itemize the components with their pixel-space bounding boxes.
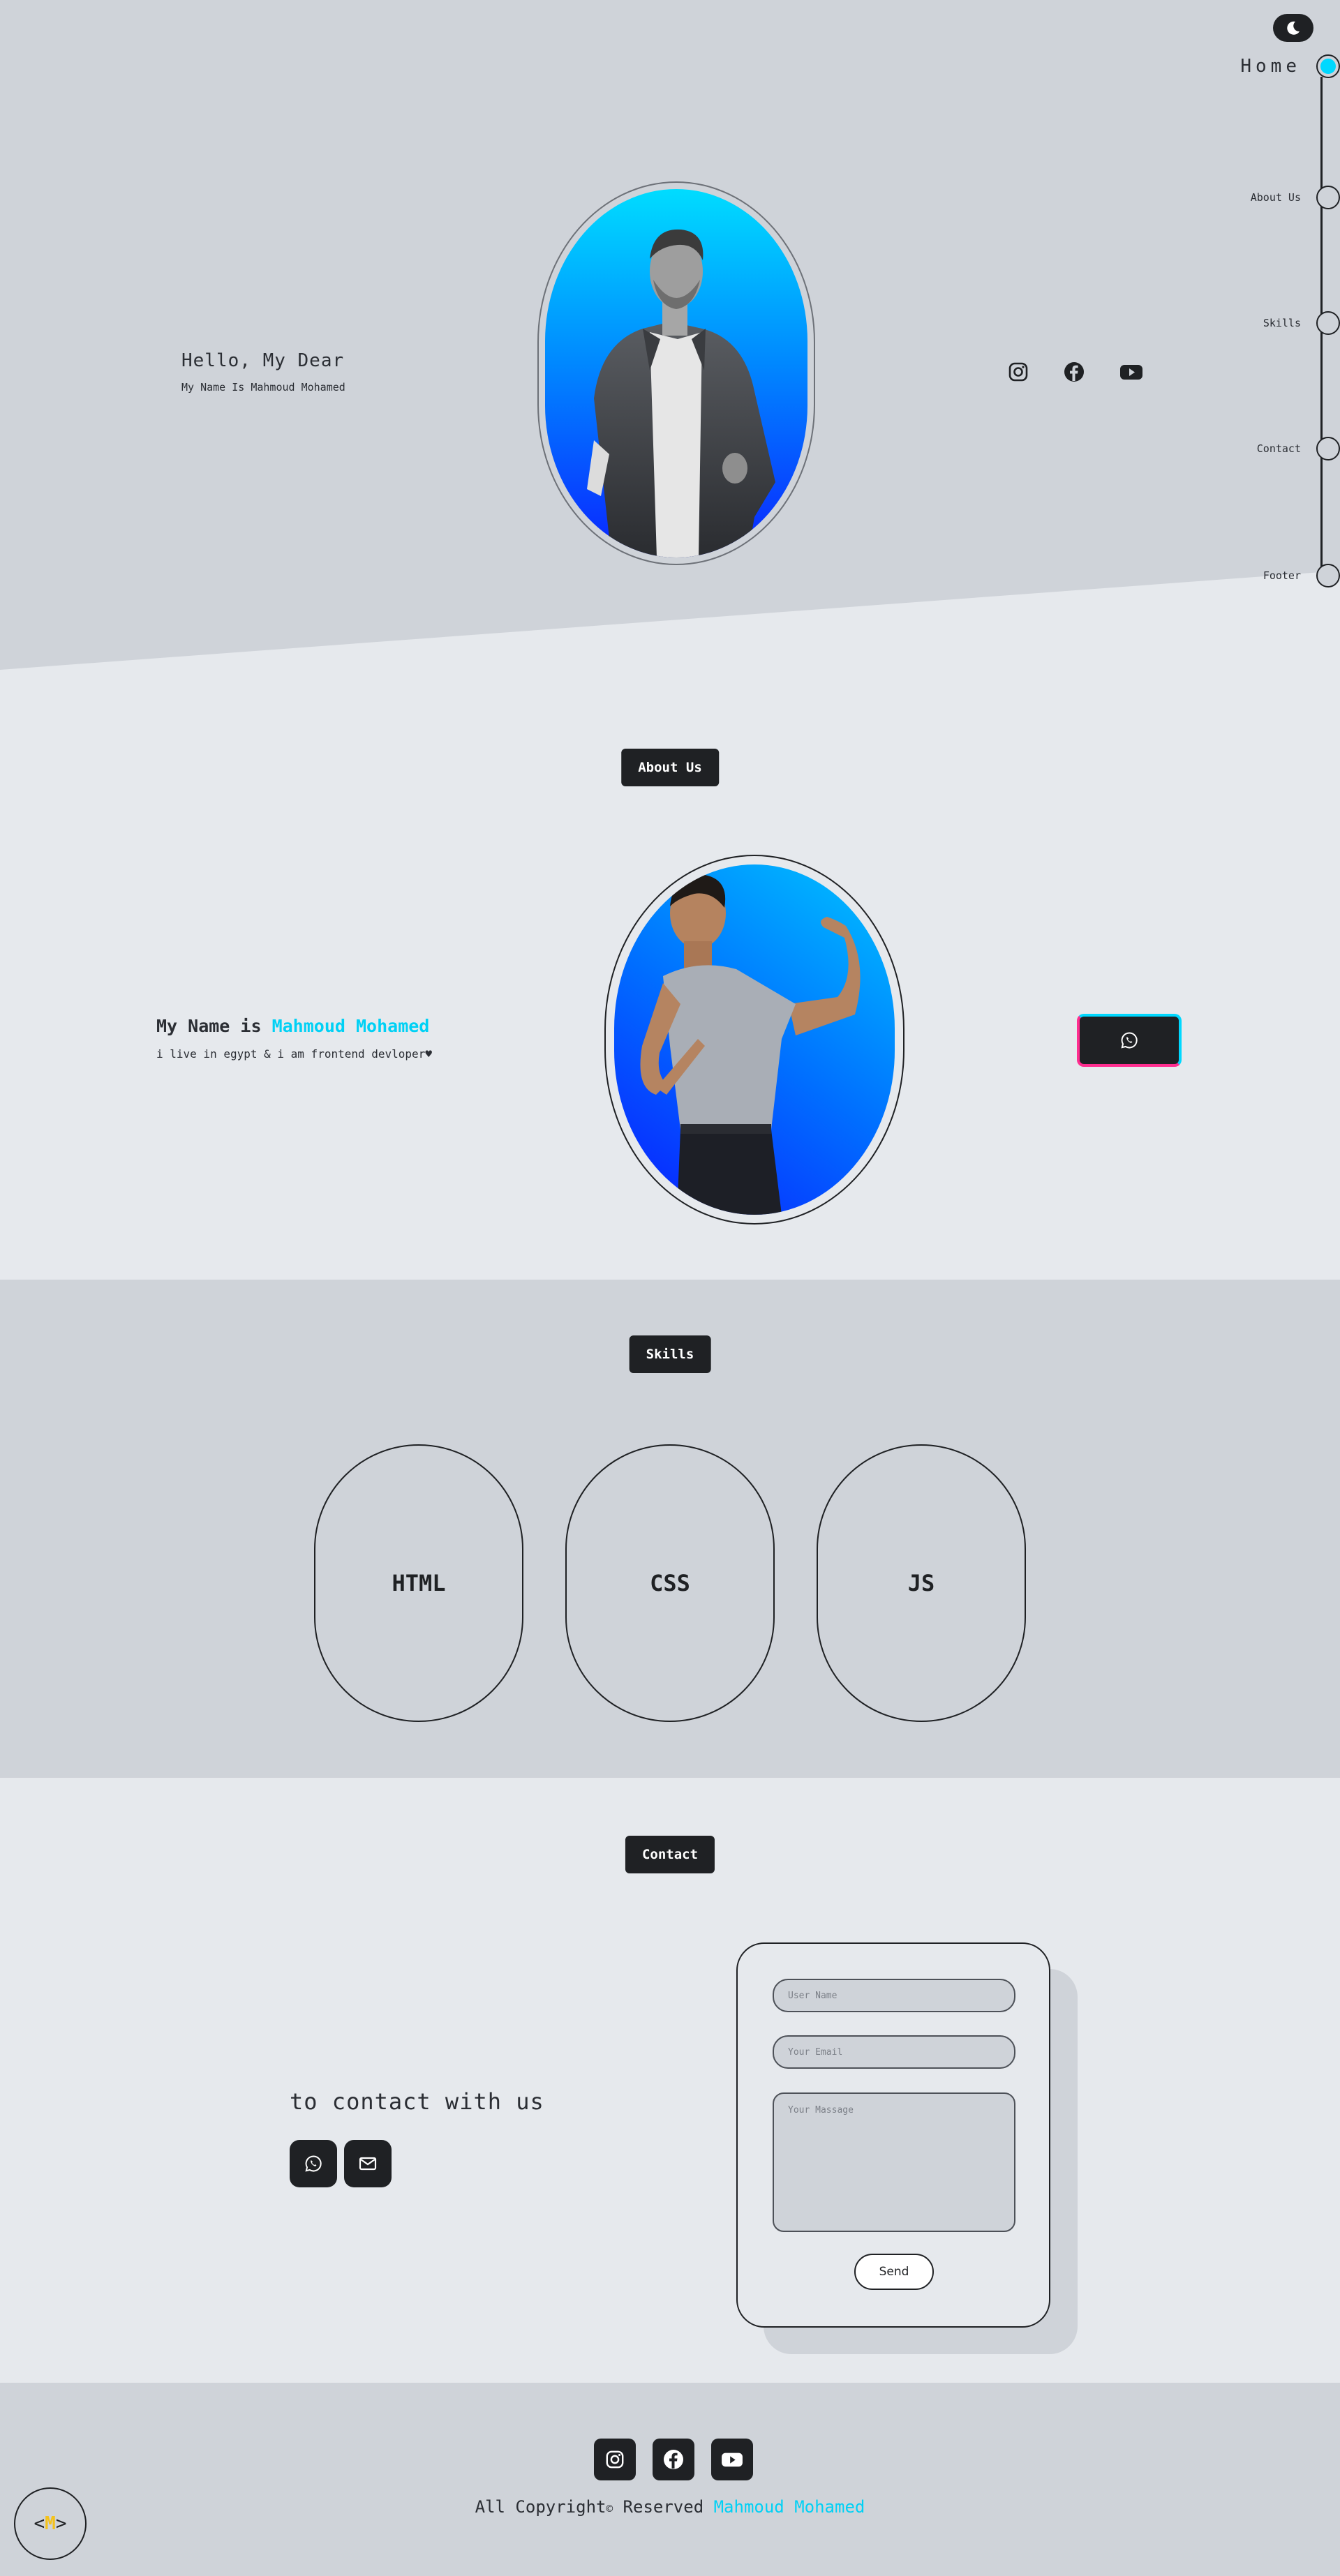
- nav-item-label: About Us: [1250, 191, 1301, 204]
- facebook-icon: [664, 2450, 683, 2469]
- nav-dot: [1316, 186, 1340, 209]
- copyright-prefix: All Copyright: [475, 2497, 606, 2517]
- contact-section-title: Contact: [625, 1836, 715, 1873]
- footer-facebook-button[interactable]: [653, 2439, 694, 2480]
- skill-card-css: CSS: [565, 1444, 775, 1722]
- footer: All Copyright© Reserved Mahmoud Mohamed: [0, 2383, 1340, 2576]
- instagram-icon[interactable]: [1008, 361, 1029, 382]
- hero-subtitle: My Name Is Mahmoud Mohamed: [181, 381, 345, 394]
- nav-dot: [1316, 54, 1340, 78]
- person-flexing-illustration: [640, 874, 861, 1215]
- hero-photo: [545, 189, 807, 557]
- logo-letter: M: [45, 2513, 56, 2534]
- skill-card-html: HTML: [314, 1444, 523, 1722]
- youtube-icon[interactable]: [1119, 361, 1142, 382]
- logo-bracket-left: <: [34, 2513, 45, 2534]
- whatsapp-icon: [1121, 1032, 1138, 1049]
- footer-youtube-button[interactable]: [711, 2439, 753, 2480]
- contact-whatsapp-button[interactable]: [290, 2140, 337, 2187]
- youtube-icon: [722, 2453, 743, 2467]
- facebook-icon[interactable]: [1064, 361, 1085, 382]
- message-input[interactable]: [773, 2092, 1015, 2232]
- copyright-name: Mahmoud Mohamed: [713, 2497, 865, 2517]
- logo-bracket-right: >: [55, 2513, 67, 2534]
- contact-text: to contact with us: [290, 2088, 544, 2187]
- about-heading: My Name is Mahmoud Mohamed: [156, 1016, 432, 1036]
- copyright-middle: Reserved: [613, 2497, 714, 2517]
- nav-item-label: Skills: [1263, 317, 1301, 329]
- nav-item-contact[interactable]: Contact: [1257, 437, 1340, 460]
- about-description: i live in egypt & i am frontend devloper…: [156, 1047, 432, 1061]
- skills-section-title: Skills: [629, 1335, 711, 1373]
- hero-greeting: Hello, My Dear My Name Is Mahmoud Mohame…: [181, 350, 345, 394]
- hero-photo-frame: [537, 181, 815, 565]
- email-input[interactable]: [773, 2035, 1015, 2069]
- footer-social-links: [594, 2439, 753, 2480]
- nav-dot: [1316, 437, 1340, 460]
- nav-item-footer[interactable]: Footer: [1263, 564, 1340, 587]
- about-photo-frame: [604, 855, 904, 1225]
- whatsapp-icon: [305, 2155, 322, 2172]
- nav-item-skills[interactable]: Skills: [1263, 311, 1340, 335]
- contact-email-button[interactable]: [344, 2140, 392, 2187]
- contact-heading: to contact with us: [290, 2088, 544, 2115]
- footer-instagram-button[interactable]: [594, 2439, 636, 2480]
- skill-card-js: JS: [817, 1444, 1026, 1722]
- about-photo: [614, 864, 895, 1215]
- nav-item-home[interactable]: Home: [1240, 54, 1340, 78]
- hero-title: Hello, My Dear: [181, 350, 345, 371]
- nav-item-label: Contact: [1256, 442, 1301, 455]
- copyright-symbol: ©: [606, 2502, 613, 2515]
- site-logo[interactable]: < M >: [14, 2487, 87, 2560]
- user-name-input[interactable]: [773, 1979, 1015, 2012]
- send-button[interactable]: Send: [854, 2254, 934, 2290]
- person-photo-illustration: [587, 229, 775, 557]
- contact-form: Send: [736, 1942, 1050, 2328]
- nav-item-about[interactable]: About Us: [1251, 186, 1340, 209]
- section-nav: Home About Us Skills Contact Footer: [1186, 0, 1340, 600]
- nav-item-label: Footer: [1263, 569, 1301, 582]
- about-section-title: About Us: [621, 749, 719, 786]
- about-text: My Name is Mahmoud Mohamed i live in egy…: [156, 1016, 432, 1061]
- skills-section: Skills HTML CSS JS: [0, 1280, 1340, 1778]
- about-heading-prefix: My Name is: [156, 1016, 272, 1036]
- copyright-text: All Copyright© Reserved Mahmoud Mohamed: [0, 2497, 1340, 2517]
- hero-social-links: [1008, 361, 1142, 382]
- nav-dot: [1316, 564, 1340, 587]
- contact-buttons: [290, 2140, 544, 2187]
- instagram-icon: [606, 2450, 624, 2469]
- whatsapp-button[interactable]: [1077, 1014, 1182, 1067]
- about-heading-name: Mahmoud Mohamed: [271, 1016, 430, 1036]
- nav-item-label: Home: [1240, 56, 1301, 77]
- nav-dot: [1316, 311, 1340, 335]
- mail-icon: [359, 2157, 377, 2171]
